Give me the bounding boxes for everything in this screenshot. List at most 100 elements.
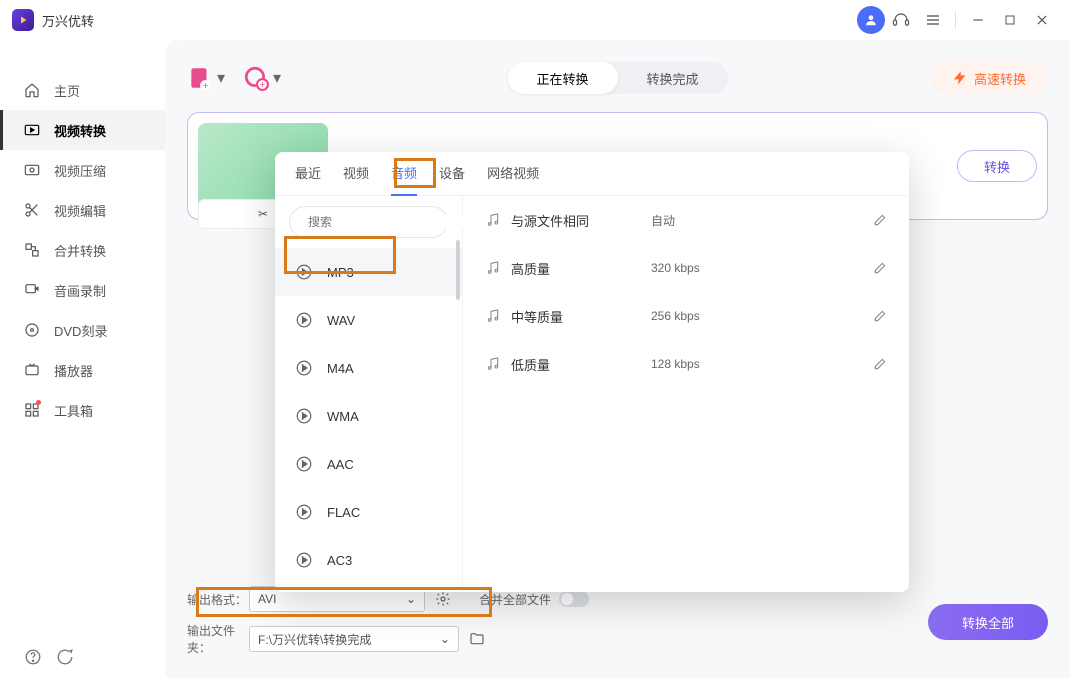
tab-done[interactable]: 转换完成 bbox=[618, 62, 728, 94]
audio-format-icon bbox=[295, 263, 315, 281]
output-folder-value: F:\万兴优转\转换完成 bbox=[258, 631, 371, 648]
app-title: 万兴优转 bbox=[42, 11, 94, 30]
convert-button[interactable]: 转换 bbox=[957, 150, 1037, 182]
edit-icon[interactable] bbox=[873, 357, 887, 371]
fast-convert-label: 高速转换 bbox=[974, 69, 1026, 88]
chevron-down-icon: ⌄ bbox=[406, 592, 416, 606]
format-item-m4a[interactable]: M4A bbox=[275, 344, 462, 392]
format-search-input[interactable] bbox=[308, 215, 463, 229]
sidebar-item-record[interactable]: 音画录制 bbox=[0, 270, 165, 310]
maximize-button[interactable] bbox=[996, 6, 1024, 34]
add-file-button[interactable]: + ▾ bbox=[187, 65, 225, 91]
quality-item[interactable]: 高质量320 kbps bbox=[463, 244, 909, 292]
video-convert-icon bbox=[24, 122, 42, 138]
output-folder-field[interactable]: F:\万兴优转\转换完成 ⌄ bbox=[249, 626, 459, 652]
sidebar-item-label: 视频转换 bbox=[54, 121, 106, 140]
merge-icon bbox=[24, 242, 42, 258]
sidebar-item-merge[interactable]: 合并转换 bbox=[0, 230, 165, 270]
sidebar-item-dvd[interactable]: DVD刻录 bbox=[0, 310, 165, 350]
audio-format-icon bbox=[295, 503, 315, 521]
format-search[interactable] bbox=[289, 206, 448, 238]
sidebar-item-video-convert[interactable]: 视频转换 bbox=[0, 110, 165, 150]
output-format-value: AVI bbox=[258, 592, 276, 606]
record-icon bbox=[24, 282, 42, 298]
status-tab-switch: 正在转换 转换完成 bbox=[508, 62, 728, 94]
new-badge bbox=[36, 400, 41, 405]
format-item-flac[interactable]: FLAC bbox=[275, 488, 462, 536]
tab-converting[interactable]: 正在转换 bbox=[508, 62, 618, 94]
audio-format-icon bbox=[295, 359, 315, 377]
sidebar-item-label: 播放器 bbox=[54, 361, 93, 380]
app-logo bbox=[12, 9, 34, 31]
format-list-panel: MP3WAVM4AWMAAACFLACAC3 bbox=[275, 196, 463, 592]
open-folder-icon[interactable] bbox=[469, 631, 485, 647]
output-format-label: 输出格式： bbox=[187, 591, 249, 608]
output-folder-label: 输出文件夹： bbox=[187, 622, 249, 656]
home-icon bbox=[24, 82, 42, 98]
fast-convert-button[interactable]: 高速转换 bbox=[930, 62, 1048, 94]
add-url-button[interactable]: + ▾ bbox=[243, 65, 281, 91]
format-scrollbar[interactable] bbox=[456, 240, 460, 300]
edit-icon[interactable] bbox=[873, 309, 887, 323]
compress-icon bbox=[24, 162, 42, 178]
sidebar-item-label: 音画录制 bbox=[54, 281, 106, 300]
audio-format-icon bbox=[295, 551, 315, 569]
sidebar-item-toolbox[interactable]: 工具箱 bbox=[0, 390, 165, 430]
sidebar-item-video-compress[interactable]: 视频压缩 bbox=[0, 150, 165, 190]
sidebar-item-label: 视频编辑 bbox=[54, 201, 106, 220]
audio-format-icon bbox=[295, 311, 315, 329]
svg-text:+: + bbox=[260, 80, 266, 91]
sidebar-item-player[interactable]: 播放器 bbox=[0, 350, 165, 390]
user-avatar-button[interactable] bbox=[857, 6, 885, 34]
format-item-aac[interactable]: AAC bbox=[275, 440, 462, 488]
dd-tab-audio[interactable]: 音频 bbox=[391, 152, 417, 196]
sidebar-item-label: 主页 bbox=[54, 81, 80, 100]
merge-all-toggle[interactable]: 合并全部文件 bbox=[479, 591, 589, 608]
feedback-icon[interactable] bbox=[56, 648, 74, 666]
sidebar-item-home[interactable]: 主页 bbox=[0, 70, 165, 110]
edit-icon[interactable] bbox=[873, 261, 887, 275]
quality-item[interactable]: 与源文件相同自动 bbox=[463, 196, 909, 244]
audio-format-icon bbox=[295, 407, 315, 425]
quality-item[interactable]: 中等质量256 kbps bbox=[463, 292, 909, 340]
sidebar-item-label: 工具箱 bbox=[54, 401, 93, 420]
chevron-down-icon: ▾ bbox=[273, 68, 281, 88]
top-actions: + ▾ + ▾ 正在转换 转换完成 高速转换 bbox=[187, 58, 1048, 98]
format-item-wav[interactable]: WAV bbox=[275, 296, 462, 344]
format-item-wma[interactable]: WMA bbox=[275, 392, 462, 440]
dd-tab-recent[interactable]: 最近 bbox=[295, 152, 321, 196]
dd-tab-device[interactable]: 设备 bbox=[439, 152, 465, 196]
cut-icon[interactable]: ✂ bbox=[258, 207, 268, 221]
dd-tab-web[interactable]: 网络视频 bbox=[487, 152, 539, 196]
toggle-switch[interactable] bbox=[559, 591, 589, 607]
sidebar-item-label: DVD刻录 bbox=[54, 321, 107, 340]
minimize-button[interactable] bbox=[964, 6, 992, 34]
quality-list-panel: 与源文件相同自动高质量320 kbps中等质量256 kbps低质量128 kb… bbox=[463, 196, 909, 592]
music-note-icon bbox=[485, 260, 511, 276]
edit-icon[interactable] bbox=[873, 213, 887, 227]
scissors-icon bbox=[24, 202, 42, 218]
chevron-down-icon: ⌄ bbox=[440, 632, 450, 646]
chevron-down-icon: ▾ bbox=[217, 68, 225, 88]
disc-icon bbox=[24, 322, 42, 338]
quality-item[interactable]: 低质量128 kbps bbox=[463, 340, 909, 388]
support-icon[interactable] bbox=[887, 6, 915, 34]
music-note-icon bbox=[485, 356, 511, 372]
format-item-ac3[interactable]: AC3 bbox=[275, 536, 462, 584]
sidebar-item-label: 视频压缩 bbox=[54, 161, 106, 180]
close-button[interactable] bbox=[1028, 6, 1056, 34]
sidebar: 主页 视频转换 视频压缩 视频编辑 合并转换 音画录制 DVD刻录 播放器 工具… bbox=[0, 40, 165, 678]
convert-all-button[interactable]: 转换全部 bbox=[928, 604, 1048, 640]
sidebar-item-label: 合并转换 bbox=[54, 241, 106, 260]
format-dropdown-panel: 最近 视频 音频 设备 网络视频 MP3WAVM4AWMAAACFLACAC3 … bbox=[275, 152, 909, 592]
help-icon[interactable] bbox=[24, 648, 42, 666]
titlebar: 万兴优转 bbox=[0, 0, 1070, 40]
music-note-icon bbox=[485, 212, 511, 228]
audio-format-icon bbox=[295, 455, 315, 473]
dd-tab-video[interactable]: 视频 bbox=[343, 152, 369, 196]
format-item-mp3[interactable]: MP3 bbox=[275, 248, 462, 296]
sidebar-item-video-edit[interactable]: 视频编辑 bbox=[0, 190, 165, 230]
menu-icon[interactable] bbox=[919, 6, 947, 34]
settings-icon[interactable] bbox=[435, 591, 451, 607]
tv-icon bbox=[24, 362, 42, 378]
